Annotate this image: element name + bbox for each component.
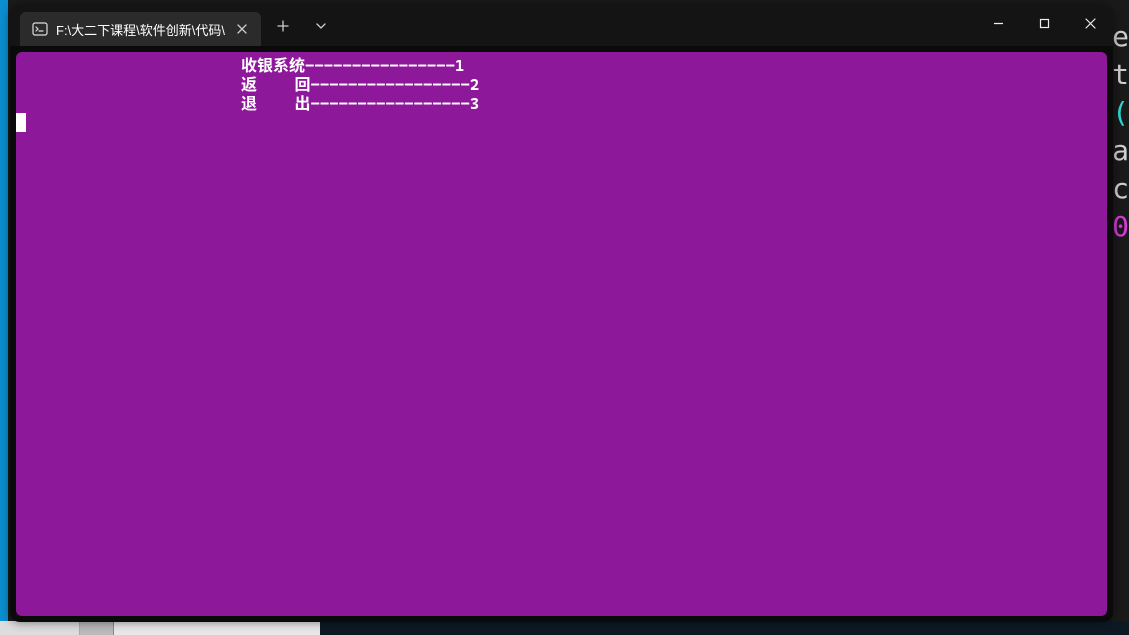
menu-line: 返 回-----------------2	[241, 75, 479, 94]
maximize-button[interactable]	[1021, 6, 1067, 40]
tab-close-button[interactable]	[233, 20, 251, 38]
tab-title: F:\大二下课程\软件创新\代码\	[56, 20, 225, 39]
tab-dropdown-button[interactable]	[305, 10, 337, 42]
terminal-window: F:\大二下课程\软件创新\代码\	[10, 6, 1113, 622]
indent	[16, 94, 241, 113]
tab-actions	[267, 10, 337, 42]
maximize-icon	[1039, 18, 1050, 29]
menu-line: 收银系统----------------1	[241, 56, 464, 75]
tab-active[interactable]: F:\大二下课程\软件创新\代码\	[20, 12, 261, 46]
left-side-bar	[0, 0, 8, 635]
close-icon	[1085, 18, 1096, 29]
title-bar: F:\大二下课程\软件创新\代码\	[10, 6, 1113, 46]
terminal-output[interactable]: 收银系统----------------1 返 回---------------…	[16, 52, 1107, 616]
background-dark-strip	[320, 621, 1129, 635]
new-tab-button[interactable]	[267, 10, 299, 42]
chevron-down-icon	[316, 21, 326, 31]
indent	[16, 75, 241, 94]
window-close-button[interactable]	[1067, 6, 1113, 40]
minimize-button[interactable]	[975, 6, 1021, 40]
close-icon	[237, 24, 247, 34]
minimize-icon	[993, 18, 1004, 29]
terminal-icon	[32, 21, 48, 37]
text-cursor	[16, 113, 26, 132]
menu-line: 退 出-----------------3	[241, 94, 479, 113]
plus-icon	[277, 20, 289, 32]
indent	[16, 56, 241, 75]
window-controls	[975, 6, 1113, 40]
